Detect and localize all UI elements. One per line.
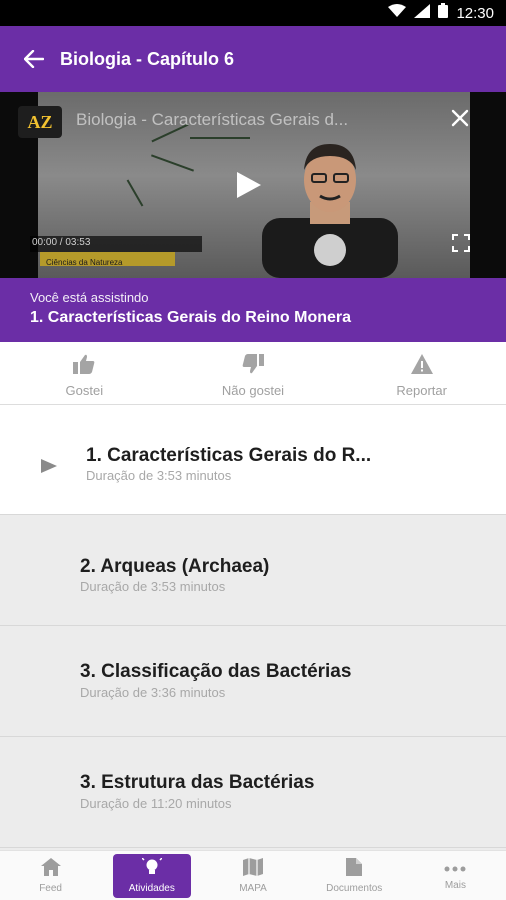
play-icon[interactable] [233, 170, 263, 200]
video-ribbon: Ciências da Natureza [40, 252, 175, 267]
board-drawing [190, 137, 250, 139]
video-actions: Gostei Não gostei Reportar [0, 342, 506, 404]
battery-icon [438, 3, 449, 23]
warning-icon [410, 354, 433, 379]
document-icon [346, 857, 363, 881]
nav-map-label: MAPA [239, 882, 267, 894]
app-bar: Biologia - Capítulo 6 [0, 26, 506, 92]
list-item[interactable]: 2. Arqueas (Archaea) Duração de 3:53 min… [0, 516, 506, 626]
lesson-duration: Duração de 3:53 minutos [80, 579, 226, 594]
list-item[interactable]: 3. Estrutura das Bactérias Duração de 11… [0, 738, 506, 848]
signal-icon [414, 3, 431, 23]
arrow-left-icon[interactable] [24, 48, 46, 70]
wifi-icon [388, 3, 407, 23]
list-item[interactable]: 3. Classificação das Bactérias Duração d… [0, 627, 506, 737]
report-label: Reportar [396, 383, 447, 398]
ribbon-text: Ciências da Natureza [46, 258, 123, 267]
report-button[interactable]: Reportar [337, 342, 506, 404]
page-title: Biologia - Capítulo 6 [60, 48, 234, 69]
thumbs-up-icon [73, 354, 95, 379]
lesson-duration: Duração de 3:36 minutos [80, 685, 226, 700]
presenter-image [262, 144, 398, 278]
lightbulb-icon [139, 855, 164, 881]
now-playing-label: Você está assistindo [30, 290, 149, 305]
bottom-navigation: Feed Atividades MAPA Documentos Mais [0, 850, 506, 900]
video-time: 00:00 / 03:53 [32, 237, 91, 248]
map-icon [243, 857, 263, 881]
video-title: Biologia - Características Gerais d... [76, 110, 349, 129]
now-playing-banner: Você está assistindo 1. Características … [0, 278, 506, 342]
lesson-duration: Duração de 11:20 minutos [80, 796, 232, 811]
nav-more-label: Mais [444, 880, 466, 891]
nav-activities[interactable]: Atividades [101, 851, 202, 900]
nav-documents-label: Documentos [326, 882, 383, 894]
thumbs-down-icon [242, 354, 264, 379]
play-arrow-icon [40, 457, 58, 475]
more-icon [444, 860, 466, 878]
like-label: Gostei [65, 383, 104, 398]
now-playing-title: 1. Características Gerais do Reino Moner… [30, 309, 352, 326]
nav-map[interactable]: MAPA [202, 851, 303, 900]
nav-documents[interactable]: Documentos [304, 851, 405, 900]
fullscreen-icon[interactable] [452, 234, 470, 252]
status-time: 12:30 [456, 4, 494, 22]
nav-feed-label: Feed [39, 882, 62, 894]
dislike-button[interactable]: Não gostei [169, 342, 338, 404]
dislike-label: Não gostei [221, 383, 285, 398]
list-item[interactable]: 1. Características Gerais do R... Duraçã… [0, 405, 506, 515]
lesson-title: 3. Estrutura das Bactérias [80, 772, 315, 793]
active-nav-pill: Atividades [112, 853, 191, 898]
nav-activities-label: Atividades [128, 882, 175, 894]
lesson-title: 3. Classificação das Bactérias [80, 661, 352, 682]
lesson-duration: Duração de 3:53 minutos [86, 468, 232, 483]
video-player[interactable]: Ciências da Natureza AZ Biologia - Carac… [0, 92, 506, 278]
az-logo: AZ [18, 106, 62, 138]
lesson-title: 1. Características Gerais do R... [86, 445, 372, 466]
status-bar: 12:30 [0, 0, 506, 26]
lesson-title: 2. Arqueas (Archaea) [80, 556, 270, 577]
like-button[interactable]: Gostei [0, 342, 169, 404]
lesson-list: 1. Características Gerais do R... Duraçã… [0, 404, 506, 850]
close-icon[interactable] [450, 108, 474, 132]
nav-more[interactable]: Mais [405, 851, 506, 900]
nav-feed[interactable]: Feed [0, 851, 101, 900]
home-icon [40, 857, 61, 881]
